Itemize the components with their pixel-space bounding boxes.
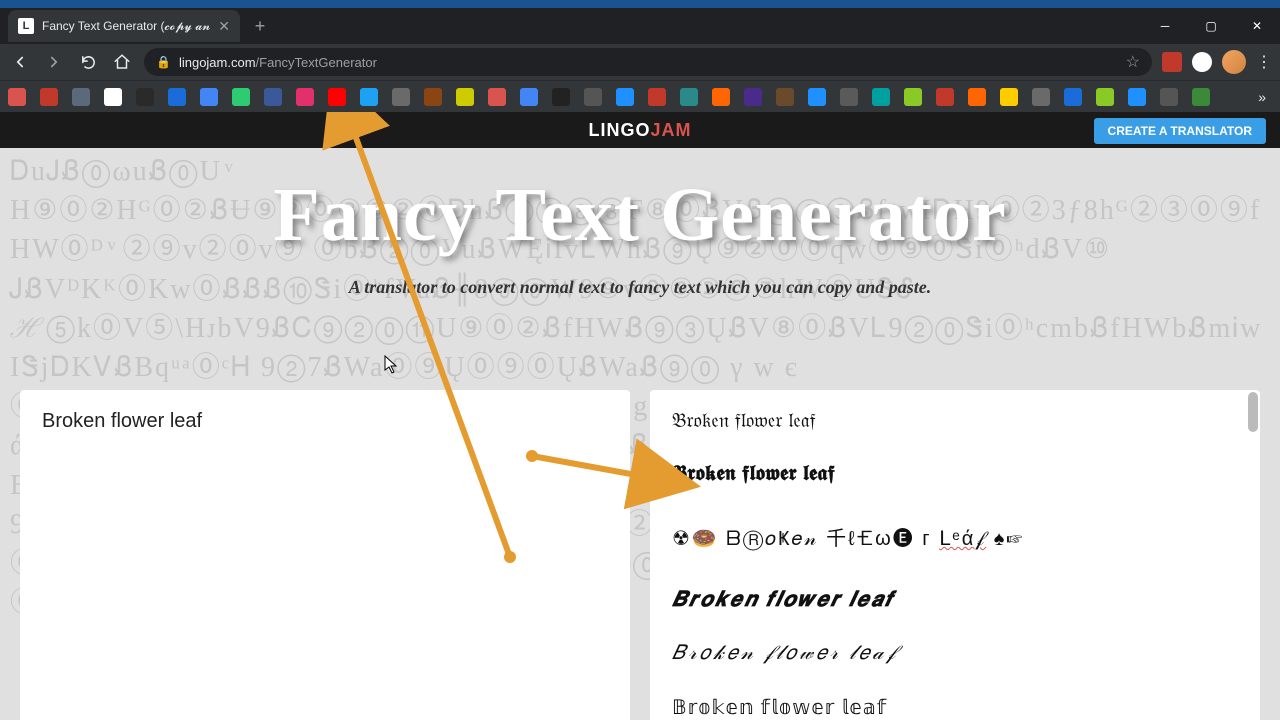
bookmark-item[interactable] bbox=[360, 88, 378, 106]
address-bar[interactable]: 🔒 lingojam.com/FancyTextGenerator ☆ bbox=[144, 48, 1152, 76]
bookmark-item[interactable] bbox=[776, 88, 794, 106]
output-scrollbar[interactable] bbox=[1248, 392, 1258, 718]
profile-avatar[interactable] bbox=[1222, 50, 1246, 74]
page-title: Fancy Text Generator bbox=[0, 172, 1280, 259]
browser-tab[interactable]: L Fancy Text Generator (𝓬𝓸𝓹𝔂 𝓪𝓷 ✕ bbox=[8, 10, 240, 42]
bookmark-item[interactable] bbox=[520, 88, 538, 106]
bookmark-item[interactable] bbox=[744, 88, 762, 106]
output-variant[interactable]: 𝔅𝔯𝔬𝔨𝔢𝔫 𝔣𝔩𝔬𝔴𝔢𝔯 𝔩𝔢𝔞𝔣 bbox=[672, 410, 1238, 433]
bookmark-item[interactable] bbox=[296, 88, 314, 106]
site-header: LINGOJAM CREATE A TRANSLATOR bbox=[0, 112, 1280, 148]
bookmark-item[interactable] bbox=[840, 88, 858, 106]
bookmark-item[interactable] bbox=[712, 88, 730, 106]
bookmark-item[interactable] bbox=[968, 88, 986, 106]
bookmark-item[interactable] bbox=[1128, 88, 1146, 106]
bookmarks-bar: » bbox=[0, 80, 1280, 112]
window-maximize-button[interactable]: ▢ bbox=[1188, 8, 1234, 44]
browser-tab-strip: L Fancy Text Generator (𝓬𝓸𝓹𝔂 𝓪𝓷 ✕ + ─ ▢ … bbox=[0, 8, 1280, 44]
bookmark-item[interactable] bbox=[1096, 88, 1114, 106]
input-panel bbox=[20, 390, 630, 720]
home-button[interactable] bbox=[110, 50, 134, 74]
window-minimize-button[interactable]: ─ bbox=[1142, 8, 1188, 44]
bookmark-item[interactable] bbox=[904, 88, 922, 106]
bookmark-item[interactable] bbox=[1160, 88, 1178, 106]
bookmark-item[interactable] bbox=[1000, 88, 1018, 106]
bookmark-item[interactable] bbox=[648, 88, 666, 106]
lock-icon: 🔒 bbox=[156, 55, 171, 69]
output-variant[interactable]: ☢🍩 ᗷⓇ𝑜Ҝ𝑒𝓃 千ℓ🝗ω🅔 г ᒪᵉά𝒻 ♠☞ bbox=[672, 516, 1238, 557]
bookmark-item[interactable] bbox=[808, 88, 826, 106]
back-button[interactable] bbox=[8, 50, 32, 74]
forward-button[interactable] bbox=[42, 50, 66, 74]
bookmark-item[interactable] bbox=[616, 88, 634, 106]
bookmark-item[interactable] bbox=[584, 88, 602, 106]
bookmark-star-icon[interactable]: ☆ bbox=[1126, 52, 1140, 72]
url-text: lingojam.com/FancyTextGenerator bbox=[179, 55, 377, 70]
bookmarks-overflow-button[interactable]: » bbox=[1252, 89, 1272, 105]
tab-favicon: L bbox=[18, 18, 34, 34]
site-logo[interactable]: LINGOJAM bbox=[588, 120, 691, 141]
output-variant[interactable]: 𝑩𝒓𝒐𝒌𝒆𝒏 𝒇𝒍𝒐𝒘𝒆𝒓 𝒍𝒆𝒂𝒇 bbox=[672, 587, 1238, 612]
bookmark-item[interactable] bbox=[488, 88, 506, 106]
bookmark-item[interactable] bbox=[392, 88, 410, 106]
bookmark-item[interactable] bbox=[456, 88, 474, 106]
browser-menu-button[interactable]: ⋮ bbox=[1256, 52, 1272, 72]
close-tab-icon[interactable]: ✕ bbox=[218, 18, 230, 35]
bookmark-item[interactable] bbox=[264, 88, 282, 106]
input-textarea[interactable] bbox=[42, 410, 608, 700]
new-tab-button[interactable]: + bbox=[246, 12, 274, 40]
bookmark-item[interactable] bbox=[1192, 88, 1210, 106]
window-close-button[interactable]: ✕ bbox=[1234, 8, 1280, 44]
output-variant[interactable]: 𝐵𝓇𝑜𝓀𝑒𝓃 𝒻𝓁𝑜𝓌𝑒𝓇 𝓁𝑒𝒶𝒻 bbox=[672, 642, 1238, 665]
mouse-cursor-icon bbox=[384, 355, 398, 380]
bookmark-item[interactable] bbox=[680, 88, 698, 106]
bookmark-item[interactable] bbox=[328, 88, 346, 106]
page-subtitle: A translator to convert normal text to f… bbox=[0, 277, 1280, 298]
browser-toolbar: 🔒 lingojam.com/FancyTextGenerator ☆ ⋮ bbox=[0, 44, 1280, 80]
bookmark-item[interactable] bbox=[936, 88, 954, 106]
bookmark-item[interactable] bbox=[424, 88, 442, 106]
bookmark-item[interactable] bbox=[552, 88, 570, 106]
page-viewport: ᎠuᎫᏰ⓪ωuᏰ⓪U ͮ H⑨⓪②Hᴳ⓪②ᏰɄ⑨②⓪③③②⓪ᎠhᏰ⑨②⑧③F⑧⓪… bbox=[0, 112, 1280, 720]
output-variant[interactable]: 𝕭𝖗𝖔𝖐𝖊𝖓 𝖋𝖑𝖔𝖜𝖊𝖗 𝖑𝖊𝖆𝖋 bbox=[672, 463, 1238, 486]
bookmark-item[interactable] bbox=[168, 88, 186, 106]
bookmark-item[interactable] bbox=[232, 88, 250, 106]
bookmark-item[interactable] bbox=[200, 88, 218, 106]
bookmark-item[interactable] bbox=[1032, 88, 1050, 106]
tab-title: Fancy Text Generator (𝓬𝓸𝓹𝔂 𝓪𝓷 bbox=[42, 19, 210, 34]
bookmark-item[interactable] bbox=[872, 88, 890, 106]
extension-icon[interactable] bbox=[1162, 52, 1182, 72]
bookmark-item[interactable] bbox=[72, 88, 90, 106]
bookmark-item[interactable] bbox=[104, 88, 122, 106]
extension-icon[interactable] bbox=[1192, 52, 1212, 72]
bookmark-item[interactable] bbox=[40, 88, 58, 106]
output-panel: 𝔅𝔯𝔬𝔨𝔢𝔫 𝔣𝔩𝔬𝔴𝔢𝔯 𝔩𝔢𝔞𝔣 𝕭𝖗𝖔𝖐𝖊𝖓 𝖋𝖑𝖔𝖜𝖊𝖗 𝖑𝖊𝖆𝖋 ☢🍩… bbox=[650, 390, 1260, 720]
output-variant[interactable]: 𝔹𝕣𝕠𝕜𝕖𝕟 𝕗𝕝𝕠𝕨𝕖𝕣 𝕝𝕖𝕒𝕗 bbox=[672, 695, 1238, 720]
bookmark-item[interactable] bbox=[1064, 88, 1082, 106]
hero-section: Fancy Text Generator A translator to con… bbox=[0, 172, 1280, 298]
reload-button[interactable] bbox=[76, 50, 100, 74]
bookmark-item[interactable] bbox=[8, 88, 26, 106]
create-translator-button[interactable]: CREATE A TRANSLATOR bbox=[1094, 118, 1266, 144]
bookmark-item[interactable] bbox=[136, 88, 154, 106]
